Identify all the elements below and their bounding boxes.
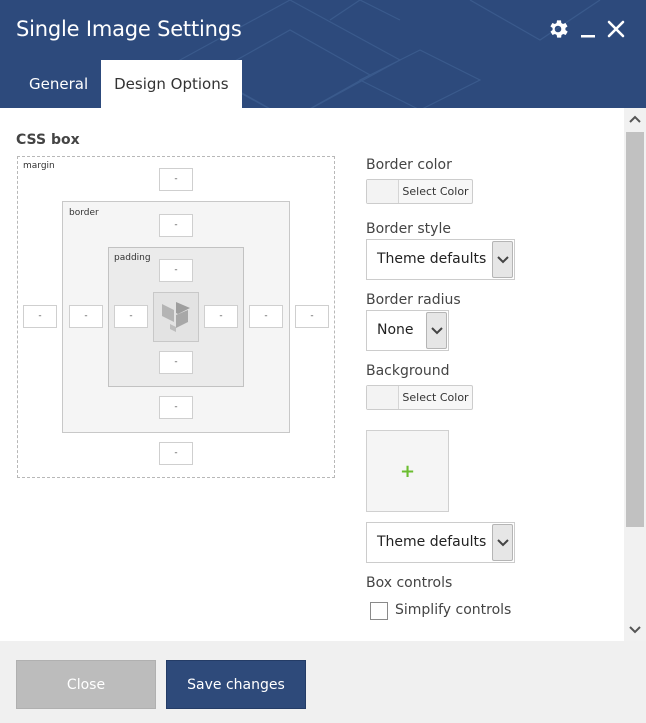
border-style-label: Border style (366, 221, 451, 237)
padding-right-field[interactable]: - (204, 305, 238, 328)
padding-top-field[interactable]: - (159, 259, 193, 282)
background-color-swatch (367, 386, 399, 409)
border-color-picker[interactable]: Select Color (366, 179, 473, 204)
tab-general[interactable]: General (16, 60, 101, 108)
margin-right-field[interactable]: - (295, 305, 329, 328)
background-style-select[interactable]: Theme defaults (366, 522, 515, 563)
border-top-field[interactable]: - (159, 214, 193, 237)
scroll-down-icon[interactable] (624, 619, 646, 641)
close-button[interactable]: Close (16, 660, 156, 709)
border-label: border (69, 208, 99, 218)
background-style-value: Theme defaults (377, 534, 487, 550)
tab-bar: General Design Options (16, 60, 242, 108)
margin-left-field[interactable]: - (23, 305, 57, 328)
border-radius-value: None (377, 322, 414, 338)
scroll-up-icon[interactable] (624, 108, 646, 130)
gear-icon[interactable] (546, 17, 570, 41)
scroll-thumb[interactable] (626, 132, 644, 527)
select-color-label: Select Color (402, 391, 469, 404)
border-style-select[interactable]: Theme defaults (366, 239, 515, 280)
select-color-label: Select Color (402, 185, 469, 198)
visual-composer-logo-icon (162, 302, 190, 332)
content-box (153, 292, 199, 342)
border-bottom-field[interactable]: - (159, 396, 193, 419)
border-radius-select[interactable]: None (366, 310, 449, 351)
css-box-heading: CSS box (16, 132, 80, 148)
chevron-down-icon (492, 524, 513, 561)
scrollbar[interactable] (624, 108, 646, 641)
chevron-down-icon (426, 312, 447, 349)
save-changes-button[interactable]: Save changes (166, 660, 306, 709)
background-color-picker[interactable]: Select Color (366, 385, 473, 410)
background-label: Background (366, 363, 450, 379)
simplify-controls-label: Simplify controls (395, 602, 512, 618)
plus-icon: + (399, 460, 416, 482)
border-color-swatch (367, 180, 399, 203)
simplify-controls-checkbox[interactable] (370, 602, 388, 620)
padding-label: padding (114, 253, 151, 263)
margin-bottom-field[interactable]: - (159, 442, 193, 465)
tab-design-options[interactable]: Design Options (101, 60, 242, 108)
chevron-down-icon (492, 241, 513, 278)
modal-header: Single Image Settings General Design Opt… (0, 0, 646, 108)
background-image-add[interactable]: + (366, 430, 449, 512)
modal-title: Single Image Settings (16, 17, 242, 41)
border-radius-label: Border radius (366, 292, 461, 308)
border-right-field[interactable]: - (249, 305, 283, 328)
padding-bottom-field[interactable]: - (159, 351, 193, 374)
border-left-field[interactable]: - (69, 305, 103, 328)
border-color-label: Border color (366, 157, 452, 173)
margin-top-field[interactable]: - (159, 168, 193, 191)
design-options-panel: CSS box margin border padding - - - - - … (0, 108, 624, 641)
box-controls-label: Box controls (366, 575, 453, 591)
close-icon[interactable] (604, 17, 628, 41)
margin-label: margin (23, 161, 55, 171)
modal-footer: Close Save changes (0, 641, 646, 723)
padding-left-field[interactable]: - (114, 305, 148, 328)
border-style-value: Theme defaults (377, 251, 487, 267)
minimize-icon[interactable] (576, 17, 600, 41)
